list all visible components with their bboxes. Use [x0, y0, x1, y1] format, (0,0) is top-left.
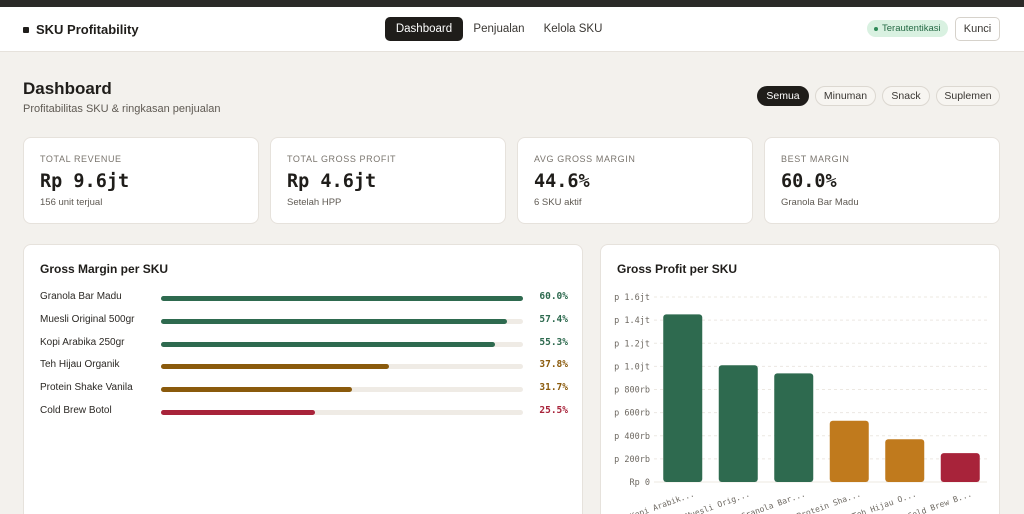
- margin-row-value: 60.0%: [539, 291, 568, 302]
- margin-row: Kopi Arabika 250gr 55.3%: [40, 337, 568, 351]
- x-tick-label: Granola Bar...: [740, 489, 806, 514]
- margin-row-label: Muesli Original 500gr: [40, 313, 135, 325]
- filter-suplemen[interactable]: Suplemen: [936, 86, 1000, 106]
- margin-row-label: Kopi Arabika 250gr: [40, 336, 125, 348]
- stat-card-best-margin: BEST MARGIN 60.0% Granola Bar Madu: [764, 137, 1000, 224]
- margin-row: Cold Brew Botol 25.5%: [40, 405, 568, 419]
- panel-title: Gross Margin per SKU: [40, 262, 169, 276]
- profit-bar[interactable]: [663, 314, 703, 482]
- stat-label: AVG GROSS MARGIN: [534, 154, 636, 164]
- margin-bar-track: [161, 318, 523, 324]
- margin-row-label: Cold Brew Botol: [40, 405, 112, 416]
- stat-card-avg-gross-margin: AVG GROSS MARGIN 44.6% 6 SKU aktif: [517, 137, 753, 224]
- margin-row: Teh Hijau Organik 37.8%: [40, 359, 568, 373]
- margin-bar-track: [161, 341, 523, 347]
- margin-row-value: 25.5%: [539, 405, 568, 416]
- brand-square-icon: [23, 26, 29, 33]
- margin-row-label: Protein Shake Vanila: [40, 382, 133, 394]
- margin-row: Muesli Original 500gr 57.4%: [40, 314, 568, 328]
- margin-bar-track: [161, 364, 523, 370]
- filter-snack[interactable]: Snack: [882, 86, 930, 106]
- margin-row: Protein Shake Vanila 31.7%: [40, 382, 568, 396]
- margin-row-label: Granola Bar Madu: [40, 291, 122, 302]
- margin-bar-track: [161, 410, 523, 415]
- stat-card-total-gross-profit: TOTAL GROSS PROFIT Rp 4.6jt Setelah HPP: [270, 137, 506, 224]
- window-top-strip: [0, 0, 1024, 7]
- profit-bar[interactable]: [774, 373, 814, 482]
- margin-row: Granola Bar Madu 60.0%: [40, 291, 568, 305]
- tab-penjualan[interactable]: Penjualan: [468, 17, 530, 41]
- margin-row-value: 31.7%: [539, 382, 568, 394]
- filter-minuman[interactable]: Minuman: [815, 86, 876, 106]
- y-tick-label: p 1.4jt: [614, 316, 650, 326]
- x-tick-label: Teh Hijau O...: [851, 489, 917, 514]
- gross-profit-chart: Rp 0 p 200rb p 400rb p 600rb p 800rb p 1.0jt p…: [614, 293, 987, 514]
- stat-sub: Setelah HPP: [287, 197, 342, 208]
- y-tick-label: p 1.6jt: [614, 293, 650, 303]
- margin-bar-fill: [161, 296, 523, 301]
- margin-row-value: 55.3%: [539, 336, 568, 348]
- margin-bar-fill: [161, 364, 390, 370]
- margin-row-value: 57.4%: [539, 313, 568, 325]
- margin-bar-fill: [161, 341, 495, 347]
- brand[interactable]: SKU Profitability: [23, 22, 139, 37]
- x-tick-label: Kopi Arabik...: [629, 489, 695, 514]
- stat-label: BEST MARGIN: [781, 154, 850, 164]
- x-tick-label: Cold Brew B...: [906, 489, 972, 514]
- auth-status-label: Terautentikasi: [882, 23, 941, 34]
- top-navbar: SKU Profitability Dashboard Penjualan Ke…: [0, 7, 1024, 52]
- auth-status-badge: Terautentikasi: [867, 20, 948, 37]
- margin-bar-track: [161, 387, 523, 393]
- tab-dashboard[interactable]: Dashboard: [385, 17, 463, 41]
- gross-profit-panel: Gross Profit per SKU Rp 0 p 200rb p 400rb p…: [600, 244, 1000, 514]
- stat-sub: Granola Bar Madu: [781, 197, 859, 208]
- stat-value: 44.6%: [534, 171, 590, 192]
- margin-bar-fill: [161, 318, 508, 324]
- x-tick-label: Muesli Orig...: [684, 489, 750, 514]
- status-dot-icon: [874, 26, 878, 31]
- x-tick-label: Protein Sha...: [795, 489, 861, 514]
- margin-bar-fill: [161, 410, 315, 415]
- lock-button[interactable]: Kunci: [955, 17, 1000, 41]
- stat-value: Rp 4.6jt: [287, 171, 377, 192]
- panel-title: Gross Profit per SKU: [617, 262, 738, 276]
- y-tick-label: Rp 0: [630, 478, 650, 488]
- stat-label: TOTAL REVENUE: [40, 154, 122, 164]
- margin-bar-fill: [161, 387, 353, 393]
- profit-bar[interactable]: [885, 439, 925, 482]
- profit-bar[interactable]: [718, 365, 758, 482]
- page-subtitle: Profitabilitas SKU & ringkasan penjualan: [23, 103, 221, 115]
- y-tick-label: p 800rb: [614, 386, 650, 396]
- stat-sub: 6 SKU aktif: [534, 197, 582, 208]
- tab-kelola-sku[interactable]: Kelola SKU: [538, 17, 608, 41]
- page-title: Dashboard: [23, 79, 112, 98]
- y-tick-label: p 1.2jt: [614, 339, 650, 349]
- filter-semua[interactable]: Semua: [757, 86, 809, 106]
- stat-card-total-revenue: TOTAL REVENUE Rp 9.6jt 156 unit terjual: [23, 137, 259, 224]
- margin-row-label: Teh Hijau Organik: [40, 359, 120, 371]
- profit-bar[interactable]: [940, 453, 980, 482]
- app-title: SKU Profitability: [36, 22, 139, 37]
- y-tick-label: p 200rb: [614, 455, 650, 465]
- y-tick-label: p 600rb: [614, 409, 650, 419]
- y-tick-label: p 1.0jt: [614, 362, 650, 372]
- gross-margin-panel: Gross Margin per SKU Granola Bar Madu 60.…: [23, 244, 583, 514]
- stat-value: Rp 9.6jt: [40, 171, 130, 192]
- stat-label: TOTAL GROSS PROFIT: [287, 154, 397, 164]
- stat-sub: 156 unit terjual: [40, 197, 103, 208]
- stat-value: 60.0%: [781, 171, 837, 192]
- y-tick-label: p 400rb: [614, 432, 650, 442]
- margin-bar-track: [161, 296, 523, 301]
- margin-row-value: 37.8%: [539, 359, 568, 371]
- profit-bar[interactable]: [829, 420, 869, 482]
